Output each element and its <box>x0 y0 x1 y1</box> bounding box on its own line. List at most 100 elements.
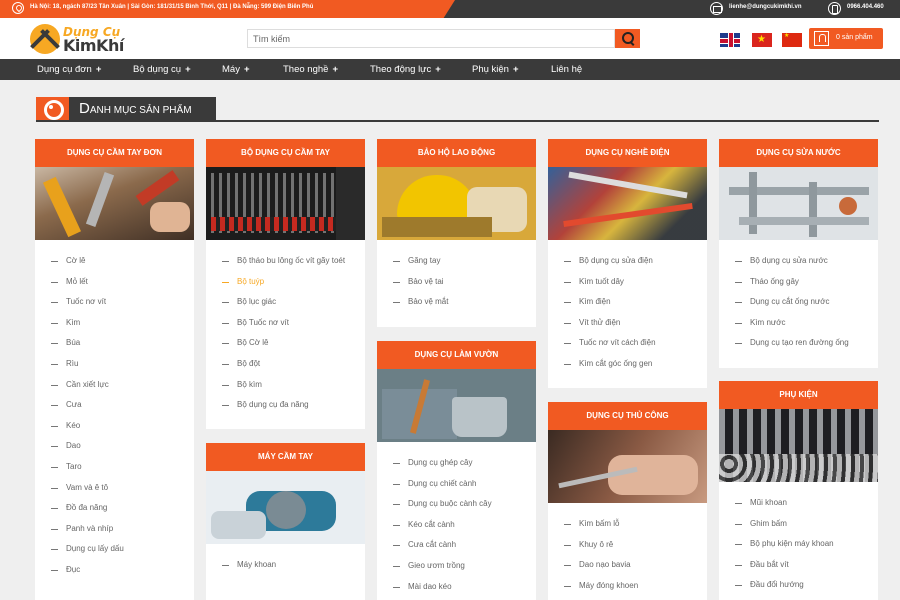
nav-item-theo-dong-luc[interactable]: Theo động lực + <box>370 64 441 75</box>
list-item[interactable]: Panh và nhíp <box>51 521 194 542</box>
category-title[interactable]: Bộ dụng cụ cầm tay <box>206 139 365 167</box>
english-flag-icon[interactable] <box>720 33 740 47</box>
category-card-dung-cu-sua-nuoc: Dụng cụ sửa nước Bộ dụng cụ sửa nước Thá… <box>719 139 878 368</box>
category-links: Bộ dụng cụ sửa nước Tháo ống gây Dụng cụ… <box>719 240 878 356</box>
list-item[interactable]: Cưa cắt cành <box>393 537 536 558</box>
list-item[interactable]: Búa <box>51 335 194 356</box>
logo-line-2: KimKhí <box>63 36 124 55</box>
list-item[interactable]: Bảo vệ mắt <box>393 294 536 315</box>
list-item[interactable]: Dao <box>51 438 194 459</box>
list-item[interactable]: Dụng cụ tạo ren đường ống <box>735 335 878 356</box>
list-item[interactable]: Bộ tháo bu lông ốc vít gãy toét <box>222 253 365 274</box>
list-item[interactable]: Tuốc nơ vít <box>51 294 194 315</box>
list-item[interactable]: Mỏ lết <box>51 274 194 295</box>
garden-tools-image[interactable] <box>377 369 536 442</box>
list-item[interactable]: Đục <box>51 562 194 583</box>
list-item[interactable]: Gieo ươm trồng <box>393 558 536 579</box>
list-item[interactable]: Cần xiết lực <box>51 377 194 398</box>
list-item[interactable]: Kìm bấm lỗ <box>564 516 707 537</box>
list-item[interactable]: Dụng cụ cắt ống nước <box>735 294 878 315</box>
list-item[interactable]: Kìm điện <box>564 294 707 315</box>
list-item[interactable]: Găng tay <box>393 253 536 274</box>
nav-item-lien-he[interactable]: Liên hệ <box>551 64 582 75</box>
vietnamese-flag-icon[interactable] <box>752 33 772 47</box>
list-item[interactable]: Dụng cụ chiết cành <box>393 476 536 497</box>
category-title[interactable]: Dụng cụ làm vườn <box>377 341 536 369</box>
list-item[interactable]: Bộ đột <box>222 356 365 377</box>
list-item[interactable]: Máy đóng khoen <box>564 578 707 599</box>
craft-tools-image[interactable] <box>548 430 707 503</box>
hand-tools-image[interactable] <box>35 167 194 240</box>
category-links: Dụng cụ ghép cây Dụng cụ chiết cành Dụng… <box>377 442 536 599</box>
list-item[interactable]: Tháo ống gây <box>735 274 878 295</box>
category-title[interactable]: Dụng cụ thủ công <box>548 402 707 430</box>
list-item[interactable]: Dụng cụ ghép cây <box>393 455 536 476</box>
list-item[interactable]: Ghim bấm <box>735 516 878 537</box>
category-title[interactable]: Máy cầm tay <box>206 443 365 471</box>
list-item[interactable]: Đồ đa năng <box>51 500 194 521</box>
list-item[interactable]: Bộ lục giác <box>222 294 365 315</box>
category-links: Máy khoan <box>206 544 365 578</box>
list-item[interactable]: Kìm tuốt dây <box>564 274 707 295</box>
category-links: Cờ lê Mỏ lết Tuốc nơ vít Kìm Búa Rìu Cần… <box>35 240 194 583</box>
list-item[interactable]: Bộ phụ kiện máy khoan <box>735 536 878 557</box>
list-item[interactable]: Mài dao kéo <box>393 579 536 600</box>
list-item[interactable]: Kéo <box>51 418 194 439</box>
accessories-image[interactable] <box>719 409 878 482</box>
plumbing-tools-image[interactable] <box>719 167 878 240</box>
site-header: Dụng Cụ KimKhí 0 sản phẩm <box>0 18 900 59</box>
search-button[interactable] <box>615 29 640 48</box>
list-item[interactable]: Đầu đổi hướng <box>735 577 878 598</box>
power-tool-image[interactable] <box>206 471 365 544</box>
list-item[interactable]: Bộ dụng cụ sửa nước <box>735 253 878 274</box>
list-item[interactable]: Dụng cụ buộc cành cây <box>393 496 536 517</box>
list-item[interactable]: Dụng cụ lấy dấu <box>51 541 194 562</box>
list-item[interactable]: Dao nạo bavia <box>564 557 707 578</box>
chinese-flag-icon[interactable] <box>782 32 802 47</box>
list-item[interactable]: Khuy ô rê <box>564 537 707 558</box>
list-item[interactable]: Kéo cắt cành <box>393 517 536 538</box>
category-title[interactable]: Bảo hộ lao động <box>377 139 536 167</box>
category-title[interactable]: Phụ kiện <box>719 381 878 409</box>
safety-gear-image[interactable] <box>377 167 536 240</box>
list-item[interactable]: Vít thử điện <box>564 315 707 336</box>
list-item[interactable]: Bộ Cờ lê <box>222 335 365 356</box>
list-item[interactable]: Cưa <box>51 397 194 418</box>
list-item[interactable]: Bộ Tuốc nơ vít <box>222 315 365 336</box>
electrician-tools-image[interactable] <box>548 167 707 240</box>
site-logo[interactable]: Dụng Cụ KimKhí <box>30 24 140 55</box>
wrench-logo-icon <box>30 24 60 54</box>
list-item[interactable]: Bảo vệ tai <box>393 274 536 295</box>
nav-item-may[interactable]: Máy + <box>222 64 250 75</box>
list-item[interactable]: Kìm nước <box>735 315 878 336</box>
list-item[interactable]: Rìu <box>51 356 194 377</box>
category-title[interactable]: Dụng cụ sửa nước <box>719 139 878 167</box>
list-item[interactable]: Bộ dụng cụ đa năng <box>222 397 365 418</box>
list-item[interactable]: Bộ dụng cụ sửa điện <box>564 253 707 274</box>
list-item[interactable]: Mũi khoan <box>735 495 878 516</box>
list-item[interactable]: Bộ kìm <box>222 377 365 398</box>
category-links: Mũi khoan Ghim bấm Bộ phụ kiện máy khoan… <box>719 482 878 598</box>
cart-button[interactable]: 0 sản phẩm <box>809 28 883 49</box>
nav-item-dung-cu-don[interactable]: Dụng cụ đơn + <box>37 64 101 75</box>
nav-item-theo-nghe[interactable]: Theo nghề + <box>283 64 338 75</box>
list-item[interactable]: Tuốc nơ vít cách điện <box>564 335 707 356</box>
tool-set-image[interactable] <box>206 167 365 240</box>
category-card-phu-kien: Phụ kiện Mũi khoan Ghim bấm Bộ phụ kiện … <box>719 381 878 600</box>
list-item-active[interactable]: Bộ tuýp <box>222 274 365 295</box>
list-item[interactable]: Cờ lê <box>51 253 194 274</box>
category-title[interactable]: Dụng cụ cầm tay đơn <box>35 139 194 167</box>
list-item[interactable]: Kìm <box>51 315 194 336</box>
list-item[interactable]: Vam và ê tô <box>51 480 194 501</box>
nav-item-bo-dung-cu[interactable]: Bộ dụng cụ + <box>133 64 191 75</box>
section-title: DANH MỤC SẢN PHẨM <box>69 97 216 121</box>
list-item[interactable]: Đầu bắt vít <box>735 557 878 578</box>
nav-item-phu-kien[interactable]: Phụ kiện + <box>472 64 519 75</box>
search-input[interactable] <box>248 30 614 47</box>
list-item[interactable]: Kìm cắt góc ống gen <box>564 356 707 377</box>
list-item[interactable]: Taro <box>51 459 194 480</box>
category-title[interactable]: Dụng cụ nghề điện <box>548 139 707 167</box>
list-item[interactable]: Máy khoan <box>222 557 365 578</box>
contact-email[interactable]: lienhe@dungcukimkhi.vn <box>729 4 802 10</box>
contact-phone[interactable]: 0966.404.460 <box>847 4 884 10</box>
